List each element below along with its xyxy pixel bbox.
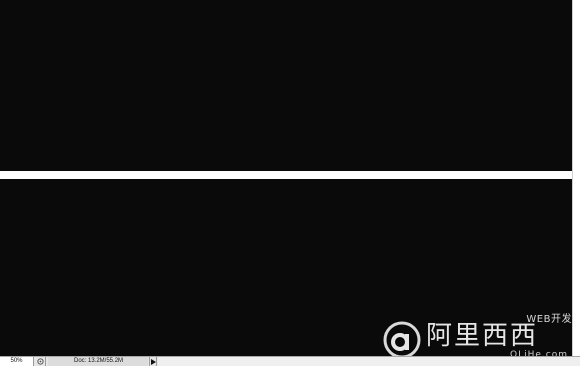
document-canvas[interactable] bbox=[0, 0, 572, 356]
zoom-level-field[interactable]: 50% bbox=[0, 357, 34, 366]
status-bar: 50% Doc: 13.2M/55.2M bbox=[0, 356, 580, 366]
vertical-scrollbar[interactable] bbox=[572, 0, 580, 356]
white-stripe bbox=[0, 171, 572, 179]
document-size-info: Doc: 13.2M/55.2M bbox=[48, 357, 148, 366]
black-rectangle-bottom bbox=[0, 179, 572, 356]
play-right-icon[interactable] bbox=[149, 357, 157, 366]
horizontal-scrollbar[interactable] bbox=[158, 357, 580, 366]
document-status-icon[interactable] bbox=[36, 357, 46, 366]
black-rectangle-top bbox=[0, 0, 572, 171]
